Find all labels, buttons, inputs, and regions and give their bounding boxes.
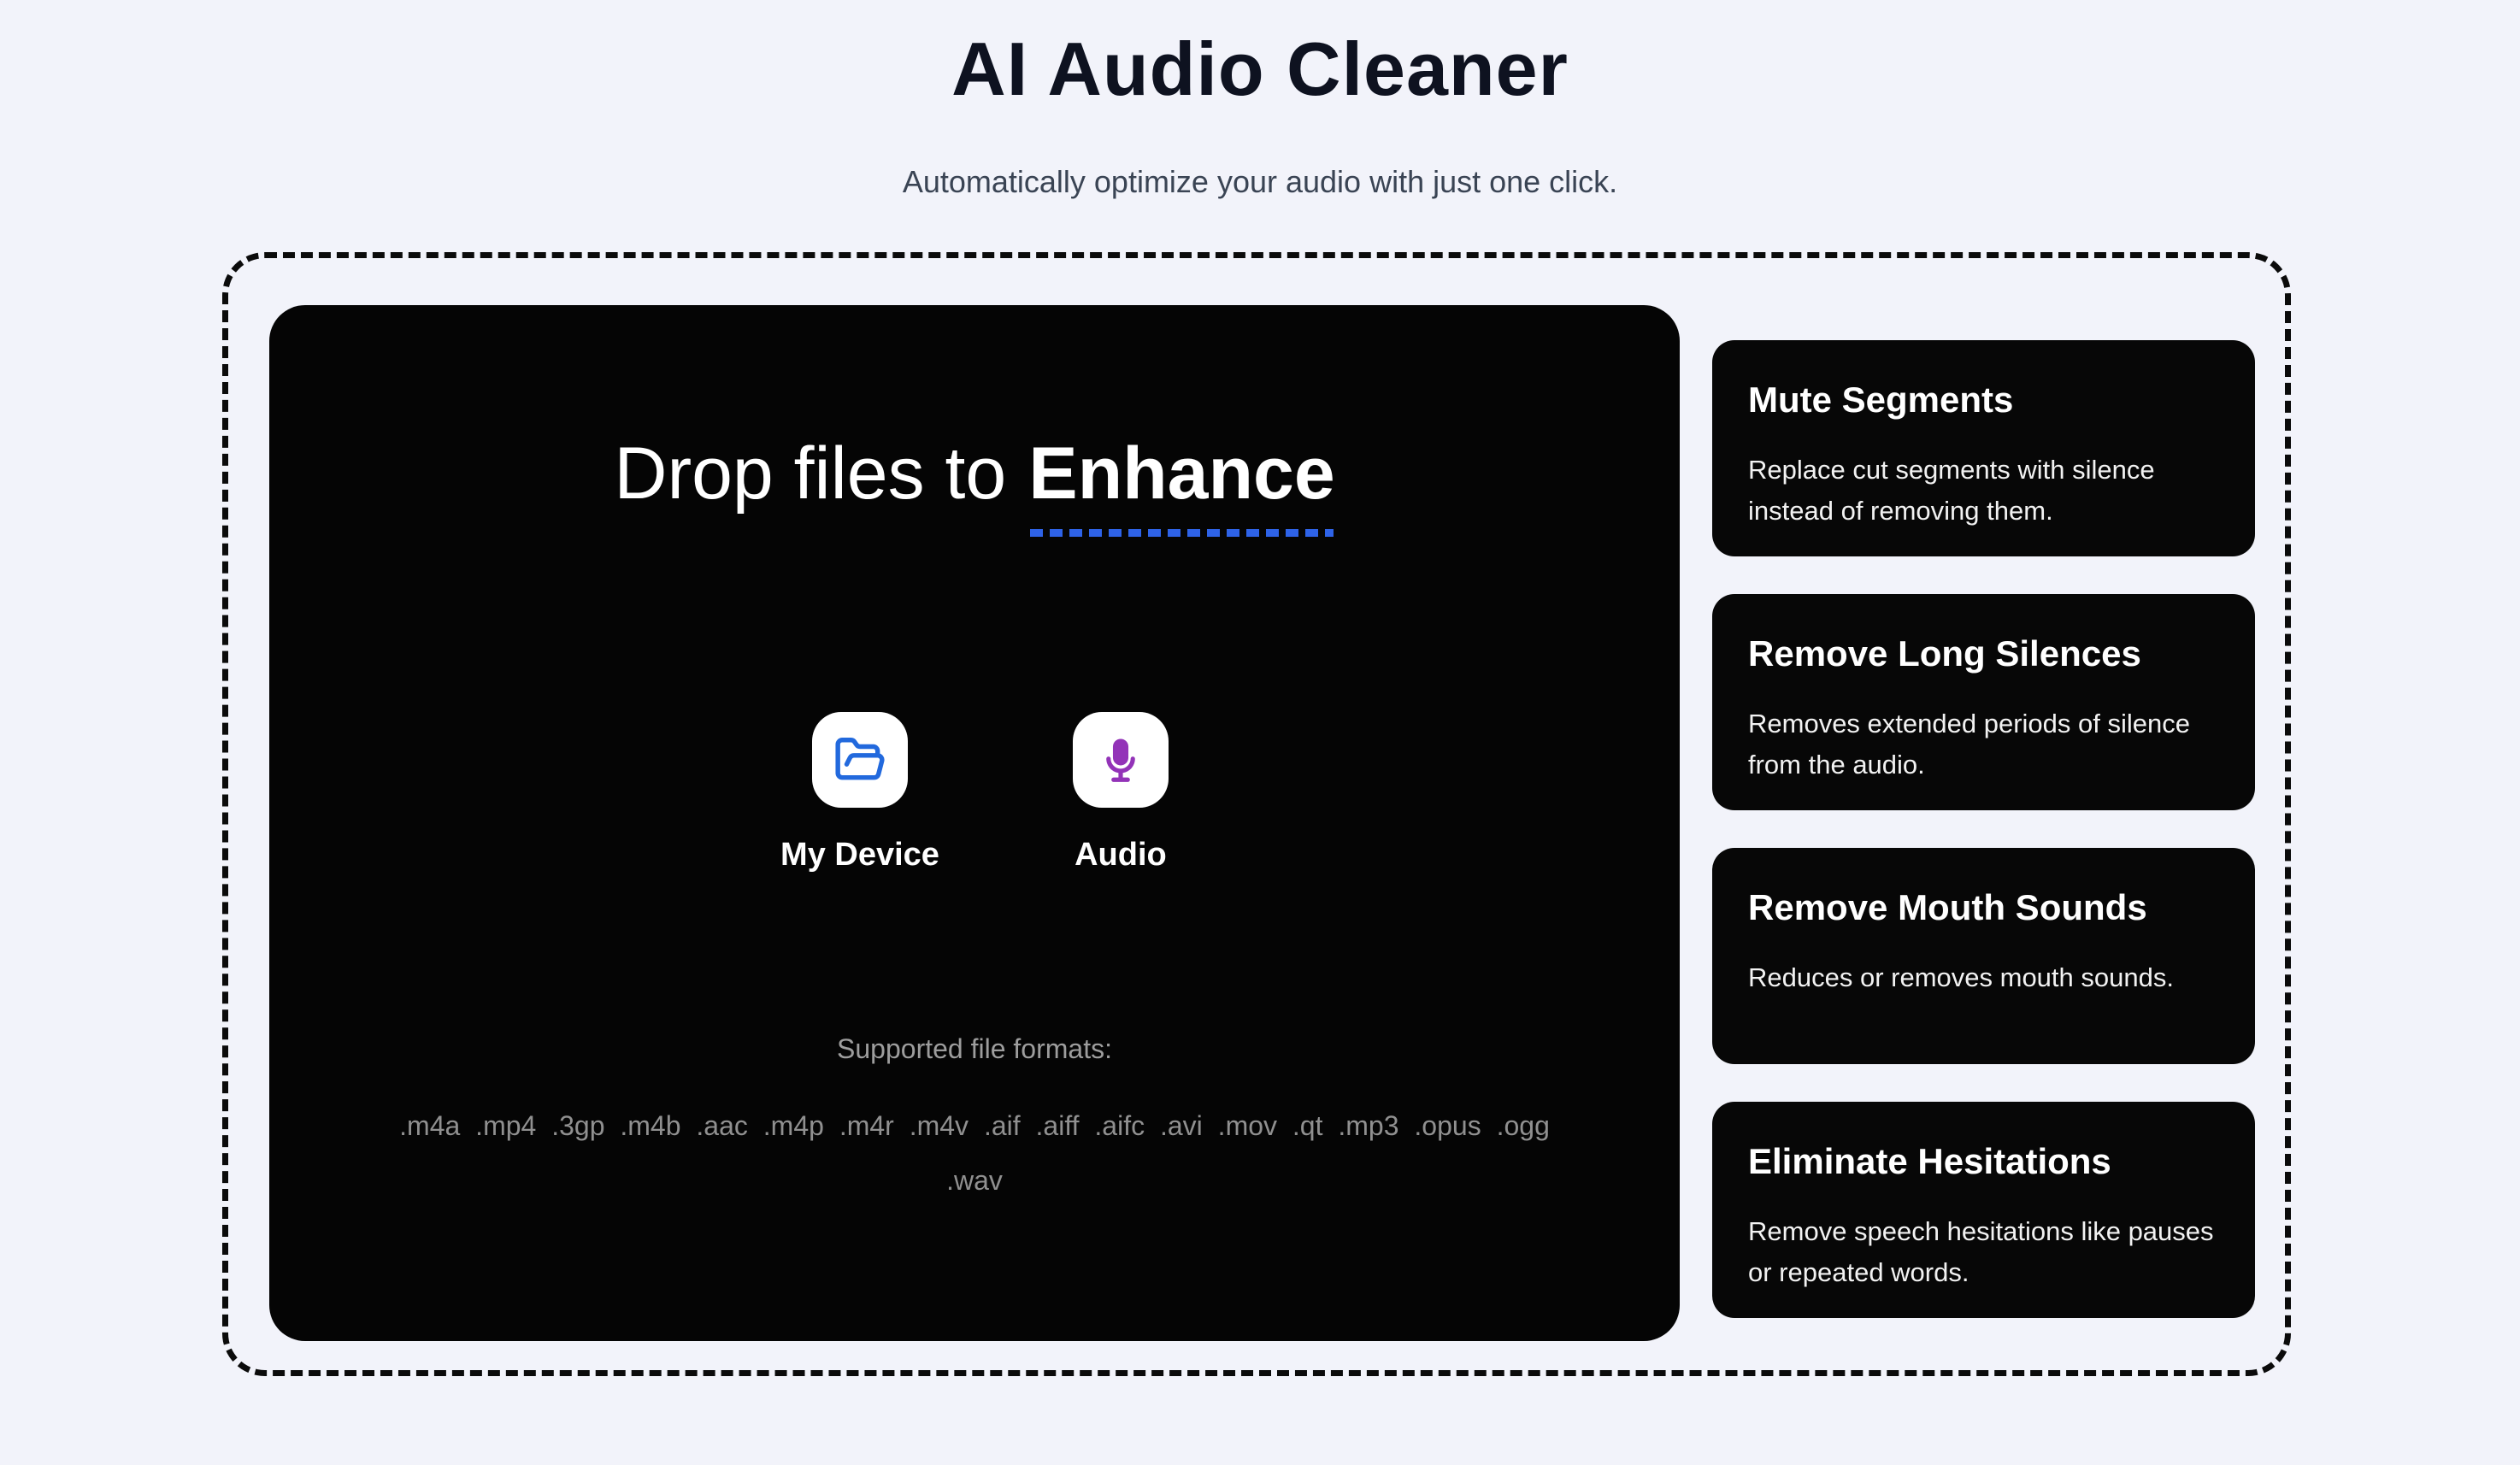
feature-card-title: Mute Segments — [1748, 379, 2219, 421]
supported-formats-label: Supported file formats: — [269, 1033, 1680, 1065]
feature-card-title: Eliminate Hesitations — [1748, 1141, 2219, 1182]
feature-card-remove-long-silences: Remove Long Silences Removes extended pe… — [1712, 594, 2255, 810]
dropzone-heading: Drop files to Enhance — [269, 432, 1680, 516]
feature-card-remove-mouth-sounds: Remove Mouth Sounds Reduces or removes m… — [1712, 848, 2255, 1064]
upload-source-row: My Device Audio — [269, 712, 1680, 874]
feature-card-description: Remove speech hesitations like pauses or… — [1748, 1211, 2219, 1293]
feature-card-description: Removes extended periods of silence from… — [1748, 703, 2219, 785]
audio-button[interactable]: Audio — [1073, 712, 1169, 874]
supported-formats-row: .wav — [308, 1153, 1641, 1208]
microphone-icon — [1073, 712, 1169, 808]
my-device-button[interactable]: My Device — [780, 712, 939, 874]
feature-card-title: Remove Long Silences — [1748, 633, 2219, 674]
feature-card-description: Reduces or removes mouth sounds. — [1748, 957, 2219, 998]
supported-formats-row: .m4a .mp4 .3gp .m4b .aac .m4p .m4r .m4v … — [308, 1098, 1641, 1153]
feature-card-description: Replace cut segments with silence instea… — [1748, 450, 2219, 532]
file-dropzone[interactable]: Drop files toEnhance My Device A — [269, 305, 1680, 1341]
folder-icon — [812, 712, 908, 808]
audio-label: Audio — [1075, 837, 1167, 874]
feature-card-list: Mute Segments Replace cut segments with … — [1712, 340, 2255, 1318]
upload-area-outline: Drop files toEnhance My Device A — [222, 252, 2291, 1376]
my-device-label: My Device — [780, 837, 939, 874]
feature-card-mute-segments: Mute Segments Replace cut segments with … — [1712, 340, 2255, 556]
page-subtitle: Automatically optimize your audio with j… — [0, 164, 2520, 200]
dropzone-heading-highlight: Enhance — [1028, 432, 1334, 516]
supported-formats-list: .m4a .mp4 .3gp .m4b .aac .m4p .m4r .m4v … — [308, 1098, 1641, 1208]
page-title: AI Audio Cleaner — [0, 0, 2520, 113]
feature-card-eliminate-hesitations: Eliminate Hesitations Remove speech hesi… — [1712, 1102, 2255, 1318]
feature-card-title: Remove Mouth Sounds — [1748, 887, 2219, 928]
dropzone-heading-prefix: Drop files to — [614, 432, 1006, 515]
